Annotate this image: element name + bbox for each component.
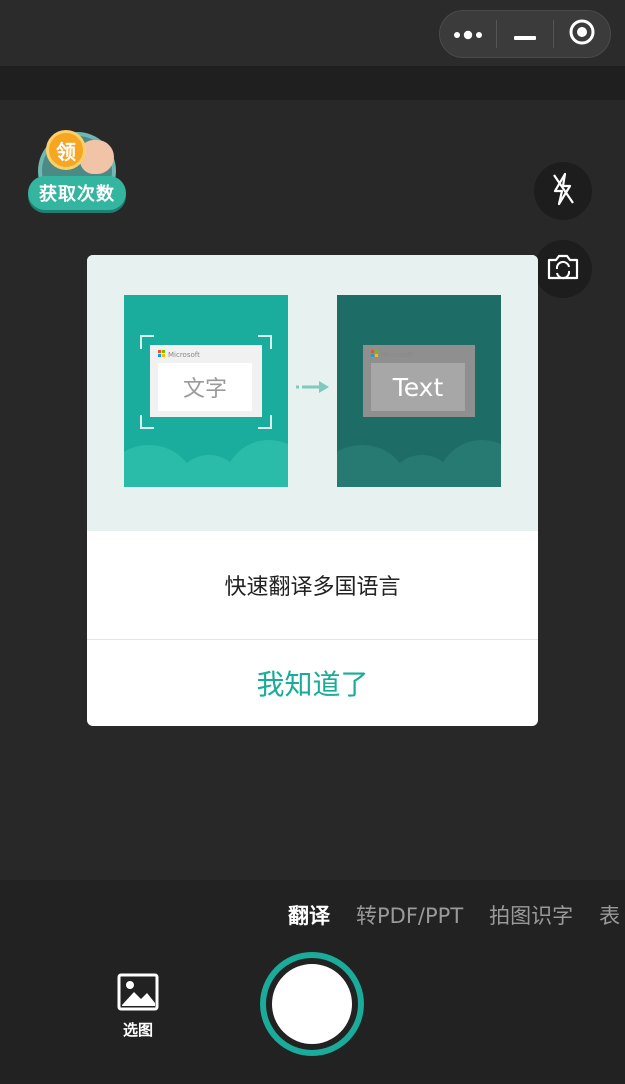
brand-label: Microsoft bbox=[371, 350, 413, 359]
tab-ocr[interactable]: 拍图识字 bbox=[489, 904, 573, 928]
camera-switch-icon bbox=[545, 252, 581, 286]
source-document: Microsoft 文字 bbox=[150, 345, 262, 417]
tab-translate[interactable]: 翻译 bbox=[288, 904, 330, 928]
source-text: 文字 bbox=[158, 363, 252, 411]
minimize-button[interactable] bbox=[497, 11, 553, 57]
target-circle-icon bbox=[568, 18, 596, 50]
dialog-message: 快速翻译多国语言 bbox=[224, 575, 401, 600]
mini-program-capsule bbox=[439, 10, 611, 58]
source-card: Microsoft 文字 bbox=[124, 295, 288, 487]
more-button[interactable] bbox=[440, 11, 496, 57]
album-label: 选图 bbox=[122, 1021, 153, 1039]
confirm-button[interactable]: 我知道了 bbox=[87, 640, 538, 726]
tab-pdf-ppt[interactable]: 转PDF/PPT bbox=[356, 904, 463, 928]
coin-icon: 领 bbox=[46, 130, 86, 170]
get-count-badge[interactable]: 领 获取次数 bbox=[28, 130, 126, 220]
brand-label: Microsoft bbox=[158, 350, 200, 359]
switch-camera-button[interactable] bbox=[534, 240, 592, 298]
scan-corner bbox=[258, 415, 272, 429]
tutorial-dialog: Microsoft 文字 Microsoft Text 快速翻译多国语言 我知道… bbox=[87, 255, 538, 726]
close-button[interactable] bbox=[554, 11, 610, 57]
mode-tabs: 翻译 转PDF/PPT 拍图识字 表 bbox=[288, 900, 625, 930]
more-dots-icon bbox=[453, 25, 483, 44]
windows-logo-icon bbox=[371, 350, 378, 359]
shutter-core bbox=[270, 962, 354, 1046]
windows-logo-icon bbox=[158, 350, 165, 359]
translated-card: Microsoft Text bbox=[337, 295, 501, 487]
translated-text: Text bbox=[371, 363, 465, 411]
flash-off-icon bbox=[548, 171, 578, 211]
top-strip bbox=[0, 66, 625, 100]
arrow-right-icon bbox=[295, 379, 331, 398]
flash-button[interactable] bbox=[534, 162, 592, 220]
brand-text: Microsoft bbox=[168, 350, 200, 359]
translated-document: Microsoft Text bbox=[363, 345, 475, 417]
album-button[interactable]: 选图 bbox=[116, 973, 160, 1040]
brand-text: Microsoft bbox=[381, 350, 413, 359]
minus-icon bbox=[514, 25, 536, 44]
shutter-button[interactable] bbox=[260, 952, 364, 1056]
bottom-panel: 翻译 转PDF/PPT 拍图识字 表 选图 bbox=[0, 880, 625, 1084]
translate-illustration: Microsoft 文字 Microsoft Text bbox=[87, 255, 538, 531]
image-icon bbox=[117, 973, 159, 1015]
badge-label: 获取次数 bbox=[28, 176, 126, 210]
tab-table[interactable]: 表 bbox=[599, 904, 620, 928]
scan-corner bbox=[140, 415, 154, 429]
coin-char: 领 bbox=[56, 139, 76, 164]
